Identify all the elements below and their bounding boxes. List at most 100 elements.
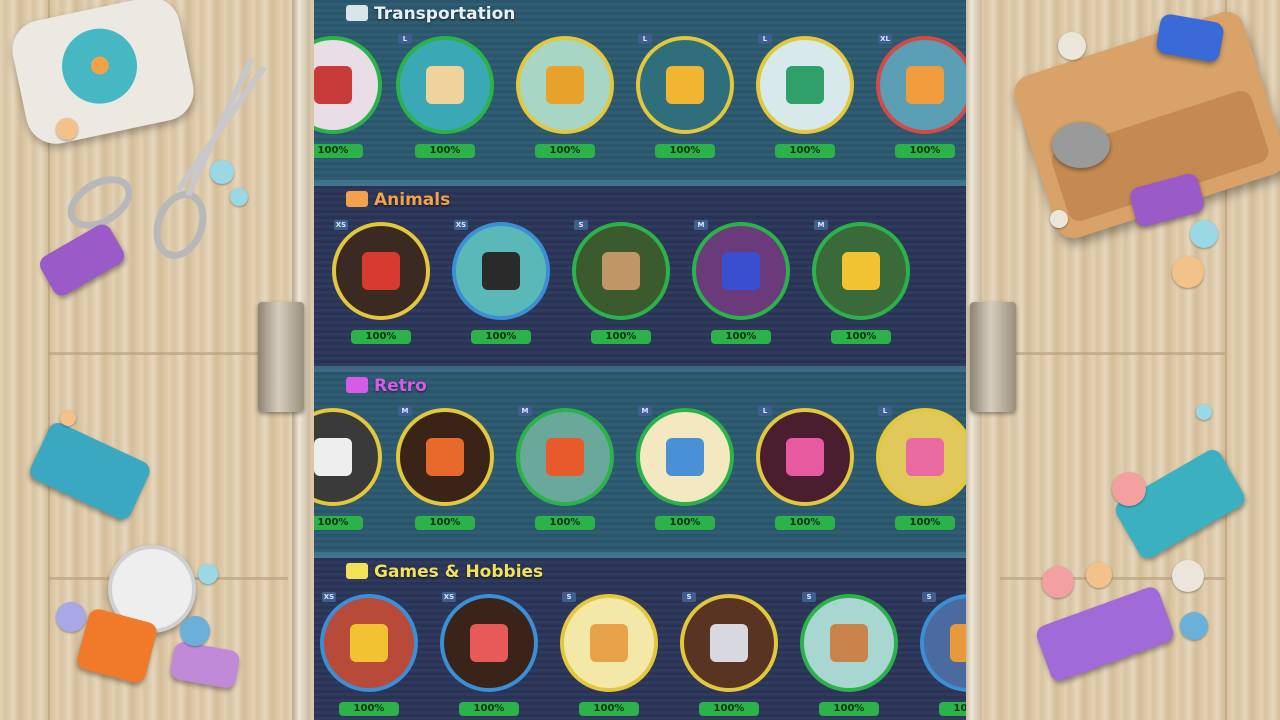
- crab-badge[interactable]: [332, 222, 430, 320]
- badge-size-tag: M: [814, 220, 828, 230]
- bus-icon: [314, 66, 352, 104]
- butterfly-icon: [722, 252, 760, 290]
- roller-skate-badge[interactable]: [756, 408, 854, 506]
- badge-size-tag: M: [694, 220, 708, 230]
- dice-icon: [346, 563, 368, 579]
- badge-size-tag: M: [638, 406, 652, 416]
- truck-badge[interactable]: [516, 36, 614, 134]
- sewing-button: [56, 118, 78, 140]
- badge-size-tag: S: [574, 220, 588, 230]
- badge-progress-label: 100%: [895, 144, 955, 158]
- badge-progress-label: 100%: [895, 516, 955, 530]
- sewing-button: [1112, 472, 1146, 506]
- category-title-animals: Animals: [346, 190, 450, 210]
- badge-progress-label: 100%: [775, 516, 835, 530]
- badge-progress-label: 100%: [831, 330, 891, 344]
- sewing-button: [198, 564, 218, 584]
- rickshaw-badge[interactable]: [636, 36, 734, 134]
- joystick-badge[interactable]: [516, 408, 614, 506]
- sewing-button: [1086, 562, 1112, 588]
- ship-badge[interactable]: [396, 36, 494, 134]
- badge-size-tag: L: [878, 406, 892, 416]
- badge-size-tag: XS: [322, 592, 336, 602]
- badge-size-tag: XS: [442, 592, 456, 602]
- badge-progress-label: 100%: [939, 702, 966, 716]
- badge-progress-label: 100%: [591, 330, 651, 344]
- ship-icon: [426, 66, 464, 104]
- badge-size-tag: L: [638, 34, 652, 44]
- truck-icon: [546, 66, 584, 104]
- sewing-button: [230, 188, 248, 206]
- hot-air-balloon-badge[interactable]: [876, 36, 966, 134]
- sloth-badge[interactable]: [572, 222, 670, 320]
- badge-size-tag: L: [758, 406, 772, 416]
- badge-size-tag: M: [518, 406, 532, 416]
- alarm-clock-badge[interactable]: [636, 408, 734, 506]
- badge-progress-label: 100%: [459, 702, 519, 716]
- badge-progress-label: 100%: [819, 702, 879, 716]
- sewing-button: [1050, 210, 1068, 228]
- thimble: [1052, 122, 1110, 168]
- xylophone-badge[interactable]: [440, 594, 538, 692]
- penguin-icon: [482, 252, 520, 290]
- badge-progress-label: 100%: [314, 516, 363, 530]
- category-label: Transportation: [374, 4, 516, 24]
- badge-progress-label: 100%: [711, 330, 771, 344]
- badge-size-tag: XL: [878, 34, 892, 44]
- badge-progress-label: 100%: [579, 702, 639, 716]
- badge-size-tag: L: [758, 34, 772, 44]
- camper-van-icon: [786, 66, 824, 104]
- sewing-button: [1180, 612, 1208, 640]
- dog-icon: [346, 191, 368, 207]
- television-badge[interactable]: [396, 408, 494, 506]
- roller-skate-icon: [786, 438, 824, 476]
- bee-icon: [842, 252, 880, 290]
- penguin-badge[interactable]: [452, 222, 550, 320]
- hot-air-balloon-icon: [906, 66, 944, 104]
- badge-progress-label: 100%: [655, 516, 715, 530]
- badge-progress-label: 100%: [699, 702, 759, 716]
- album-hinge-left: [258, 302, 304, 412]
- badge-size-tag: S: [562, 592, 576, 602]
- toy-truck-icon: [350, 624, 388, 662]
- sewing-button: [1058, 32, 1086, 60]
- toy-train-badge[interactable]: [680, 594, 778, 692]
- badge-size-tag: S: [802, 592, 816, 602]
- paint-palette-icon: [590, 624, 628, 662]
- sewing-button: [1196, 404, 1212, 420]
- bee-badge[interactable]: [812, 222, 910, 320]
- category-title-retro: Retro: [346, 376, 427, 396]
- joystick-icon: [546, 438, 584, 476]
- category-title-games-hobbies: Games & Hobbies: [346, 562, 543, 582]
- badge-size-tag: S: [682, 592, 696, 602]
- boombox-badge[interactable]: [876, 408, 966, 506]
- badge-progress-label: 100%: [339, 702, 399, 716]
- badge-progress-label: 100%: [535, 516, 595, 530]
- badge-progress-label: 100%: [775, 144, 835, 158]
- badge-progress-label: 100%: [314, 144, 363, 158]
- car-icon: [346, 5, 368, 21]
- crab-icon: [362, 252, 400, 290]
- badge-progress-label: 100%: [415, 516, 475, 530]
- category-title-transportation: Transportation: [346, 4, 515, 24]
- badge-progress-label: 100%: [415, 144, 475, 158]
- sewing-button: [60, 410, 76, 426]
- camper-van-badge[interactable]: [756, 36, 854, 134]
- teddy-bear-icon: [830, 624, 868, 662]
- butterfly-badge[interactable]: [692, 222, 790, 320]
- album-hinge-right: [970, 302, 1016, 412]
- sewing-button: [56, 602, 86, 632]
- toy-truck-badge[interactable]: [320, 594, 418, 692]
- teddy-bear-badge[interactable]: [800, 594, 898, 692]
- robot-icon: [950, 624, 966, 662]
- paint-palette-badge[interactable]: [560, 594, 658, 692]
- badge-progress-label: 100%: [535, 144, 595, 158]
- badge-progress-label: 100%: [471, 330, 531, 344]
- sewing-button: [1172, 256, 1204, 288]
- badge-album[interactable]: Transportation Animals Retro Games & Hob…: [314, 0, 966, 720]
- badge-size-tag: XS: [454, 220, 468, 230]
- television-icon: [426, 438, 464, 476]
- sewing-button: [1172, 560, 1204, 592]
- category-label: Animals: [374, 190, 451, 210]
- sloth-icon: [602, 252, 640, 290]
